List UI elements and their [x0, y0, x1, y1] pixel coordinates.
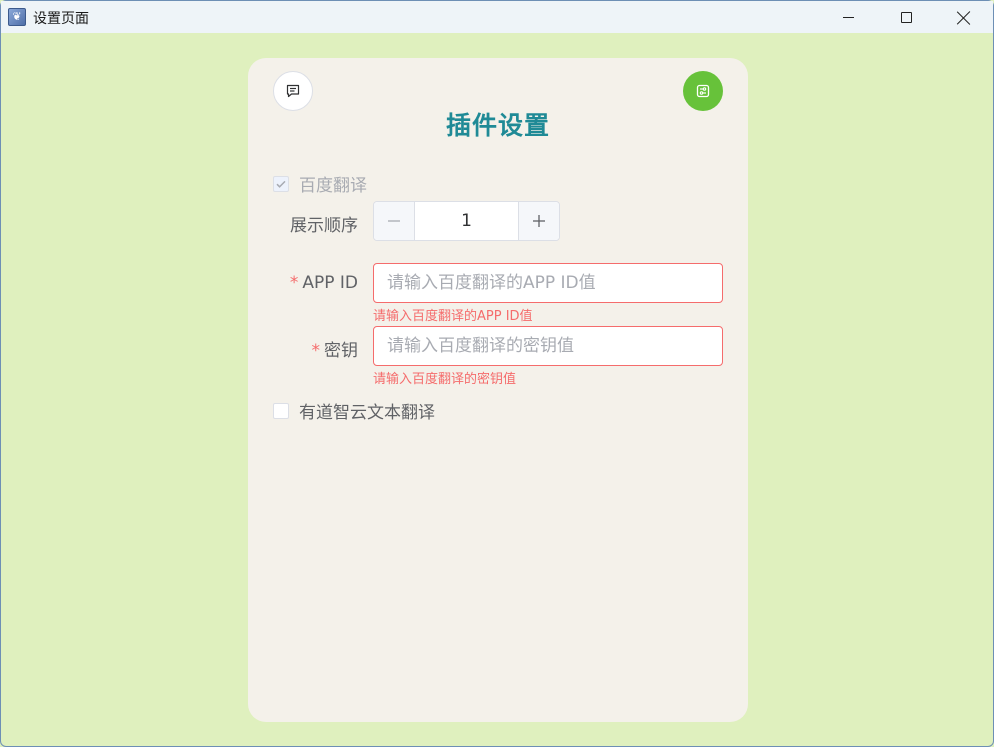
app-id-error: 请输入百度翻译的APP ID值	[373, 309, 533, 324]
baidu-checkbox-box[interactable]	[273, 175, 289, 192]
page-title: 插件设置	[445, 111, 550, 140]
settings-button[interactable]	[683, 71, 723, 111]
secret-label: * 密钥	[248, 336, 359, 361]
minus-icon	[388, 220, 400, 222]
settings-icon	[696, 84, 710, 98]
youdao-checkbox[interactable]: 有道智云文本翻译	[273, 398, 435, 423]
chat-button[interactable]	[273, 71, 313, 111]
required-mark: *	[311, 341, 321, 361]
youdao-checkbox-box[interactable]	[273, 402, 289, 419]
required-mark: *	[289, 273, 299, 293]
app-id-label: * APP ID	[248, 273, 358, 293]
minimize-button[interactable]	[819, 2, 877, 33]
close-button[interactable]	[935, 2, 993, 33]
app-icon: ❦	[8, 8, 26, 26]
app-id-label-text: APP ID	[302, 273, 358, 293]
window-title: 设置页面	[33, 11, 89, 27]
plus-icon	[533, 215, 545, 227]
secret-input[interactable]	[373, 326, 723, 366]
app-id-input[interactable]	[373, 263, 723, 303]
increment-button[interactable]	[518, 202, 559, 240]
maximize-button[interactable]	[877, 2, 935, 33]
chat-icon	[286, 84, 300, 98]
baidu-checkbox[interactable]: 百度翻译	[273, 171, 367, 196]
title-bar[interactable]: ❦ 设置页面	[1, 1, 993, 33]
maximize-icon	[900, 12, 912, 23]
baidu-checkbox-label: 百度翻译	[299, 176, 367, 196]
order-label: 展示顺序	[290, 216, 358, 236]
order-value[interactable]: 1	[415, 202, 518, 240]
minimize-icon	[842, 17, 854, 18]
close-icon	[957, 11, 971, 25]
youdao-checkbox-label: 有道智云文本翻译	[299, 403, 435, 423]
secret-label-text: 密钥	[324, 341, 358, 361]
secret-error: 请输入百度翻译的密钥值	[373, 372, 517, 387]
order-stepper[interactable]: 1	[373, 201, 560, 241]
decrement-button[interactable]	[374, 202, 415, 240]
settings-card: 插件设置 百度翻译 展示顺序 1 * APP ID 请输入百度翻译的APP ID值…	[248, 58, 748, 722]
check-icon	[276, 180, 286, 188]
